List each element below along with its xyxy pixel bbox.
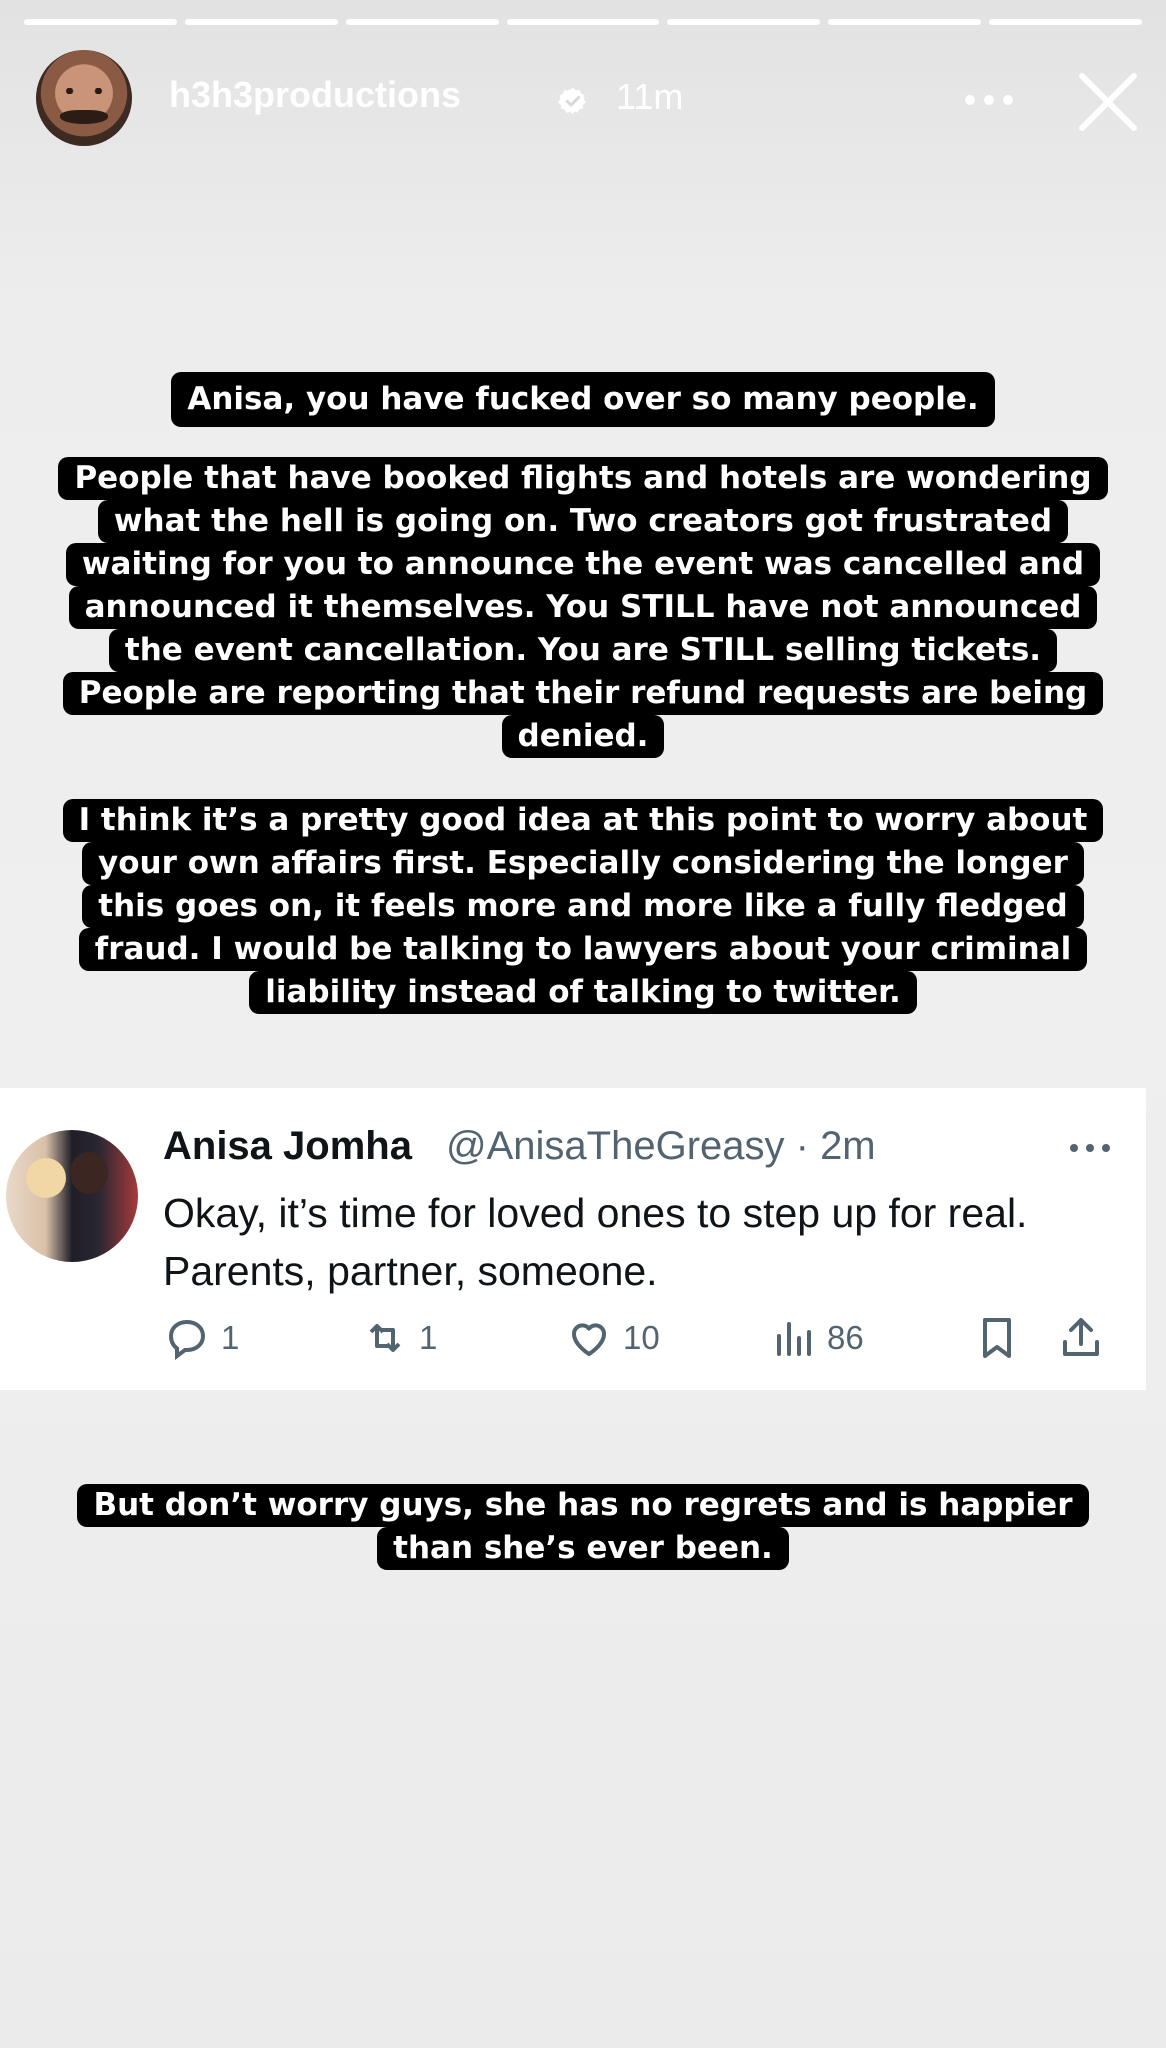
tweet-author-name: Anisa Jomha	[163, 1124, 412, 1168]
heart-icon	[572, 1323, 606, 1356]
views-icon	[777, 1322, 811, 1356]
caption-bottom: But don’t worry guys, she has no regrets…	[0, 1484, 1166, 1570]
caption-line: your own affairs first. Especially consi…	[82, 842, 1084, 885]
caption-line: People that have booked flights and hote…	[58, 457, 1108, 500]
caption-top: Anisa, you have fucked over so many peop…	[0, 372, 1166, 427]
verified-badge-icon	[558, 87, 586, 115]
progress-segment	[506, 19, 660, 25]
caption-line: People are reporting that their refund r…	[62, 672, 1104, 715]
more-options-icon[interactable]	[962, 92, 1016, 108]
story-header: h3h3productions 11m	[36, 48, 1137, 152]
reply-count: 1	[221, 1319, 240, 1356]
bookmark-icon	[983, 1318, 1011, 1358]
caption-third: I think it’s a pretty good idea at this …	[0, 799, 1166, 1014]
tweet-share	[1057, 1313, 1105, 1363]
tweet-text-line: Okay, it’s time for loved ones to step u…	[163, 1190, 1028, 1236]
story-timestamp: 11m	[616, 76, 684, 117]
caption-line: waiting for you to announce the event wa…	[65, 543, 1101, 586]
tweet-text-line: Parents, partner, someone.	[163, 1248, 658, 1294]
caption-line: than she’s ever been.	[377, 1527, 789, 1570]
reply-icon	[168, 1319, 206, 1360]
like-count: 10	[623, 1319, 660, 1356]
share-icon	[1063, 1318, 1099, 1356]
caption-line: fraud. I would be talking to lawyers abo…	[78, 928, 1088, 971]
story-progress-bar	[24, 19, 1143, 25]
progress-segment	[184, 19, 338, 25]
tweet-avatar	[6, 1130, 138, 1262]
caption-line: But don’t worry guys, she has no regrets…	[77, 1484, 1089, 1527]
tweet-like: 10	[565, 1313, 660, 1363]
caption-line: denied.	[501, 715, 665, 758]
view-count: 86	[827, 1319, 864, 1356]
caption-line: liability instead of talking to twitter.	[249, 971, 917, 1014]
progress-segment	[989, 19, 1143, 25]
tweet-more-icon	[1070, 1144, 1110, 1152]
retweet-count: 1	[419, 1319, 438, 1356]
caption-line: what the hell is going on. Two creators …	[97, 500, 1069, 543]
tweet-views: 86	[769, 1313, 864, 1363]
close-icon[interactable]	[1076, 70, 1140, 134]
caption-line: announced it themselves. You STILL have …	[68, 586, 1098, 629]
caption-mid: People that have booked flights and hote…	[0, 457, 1166, 758]
profile-avatar[interactable]	[36, 50, 132, 146]
progress-segment	[828, 19, 982, 25]
tweet-actions: 1 1 10 86	[163, 1313, 1123, 1363]
retweet-icon	[369, 1324, 401, 1352]
caption-line: Anisa, you have fucked over so many peop…	[171, 372, 995, 427]
tweet-bookmark	[973, 1313, 1021, 1363]
progress-segment	[345, 19, 499, 25]
tweet-handle: @AnisaTheGreasy · 2m	[446, 1124, 876, 1168]
tweet-text: Okay, it’s time for loved ones to step u…	[163, 1184, 1123, 1300]
tweet-retweet: 1	[361, 1313, 437, 1363]
caption-line: the event cancellation. You are STILL se…	[108, 629, 1058, 672]
caption-line: this goes on, it feels more and more lik…	[82, 885, 1084, 928]
progress-segment	[24, 19, 177, 25]
caption-line: I think it’s a pretty good idea at this …	[62, 799, 1104, 842]
embedded-tweet: Anisa Jomha @AnisaTheGreasy · 2m Okay, i…	[0, 1088, 1146, 1390]
tweet-reply: 1	[163, 1313, 239, 1363]
progress-segment	[667, 19, 821, 25]
username[interactable]: h3h3productions	[169, 74, 461, 116]
